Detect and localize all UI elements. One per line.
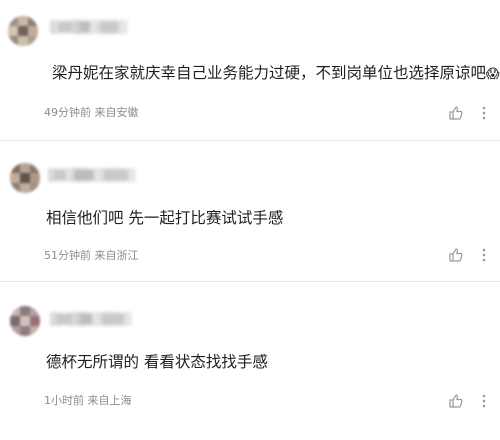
scream-emoji: 😱 (486, 67, 500, 82)
more-vertical-icon[interactable] (475, 104, 493, 122)
comment-meta: 1小时前 来自上海 (44, 394, 132, 407)
comment-text: 德杯无所谓的 看看状态找找手感 (46, 353, 268, 371)
thumbs-up-icon[interactable] (447, 104, 465, 122)
more-vertical-icon[interactable] (475, 246, 493, 264)
comment-text: 梁丹妮在家就庆幸自己业务能力过硬，不到岗单位也选择原谅吧😱 (52, 64, 500, 82)
username-blurred[interactable] (50, 20, 128, 34)
username-blurred[interactable] (50, 312, 132, 326)
avatar[interactable] (8, 16, 38, 46)
thumbs-up-icon[interactable] (447, 246, 465, 264)
avatar[interactable] (10, 163, 40, 193)
username-blurred[interactable] (48, 168, 136, 182)
more-vertical-icon[interactable] (475, 392, 493, 410)
comment-meta: 51分钟前 来自浙江 (44, 249, 139, 262)
comment-text: 相信他们吧 先一起打比赛试试手感 (46, 209, 284, 227)
avatar[interactable] (10, 306, 40, 336)
thumbs-up-icon[interactable] (447, 392, 465, 410)
comment-item: 梁丹妮在家就庆幸自己业务能力过硬，不到岗单位也选择原谅吧😱 49分钟前 来自安徽 (0, 0, 500, 140)
comment-meta: 49分钟前 来自安徽 (44, 106, 139, 119)
comment-item: 德杯无所谓的 看看状态找找手感 1小时前 来自上海 (0, 282, 500, 440)
comment-item: 相信他们吧 先一起打比赛试试手感 51分钟前 来自浙江 (0, 141, 500, 281)
